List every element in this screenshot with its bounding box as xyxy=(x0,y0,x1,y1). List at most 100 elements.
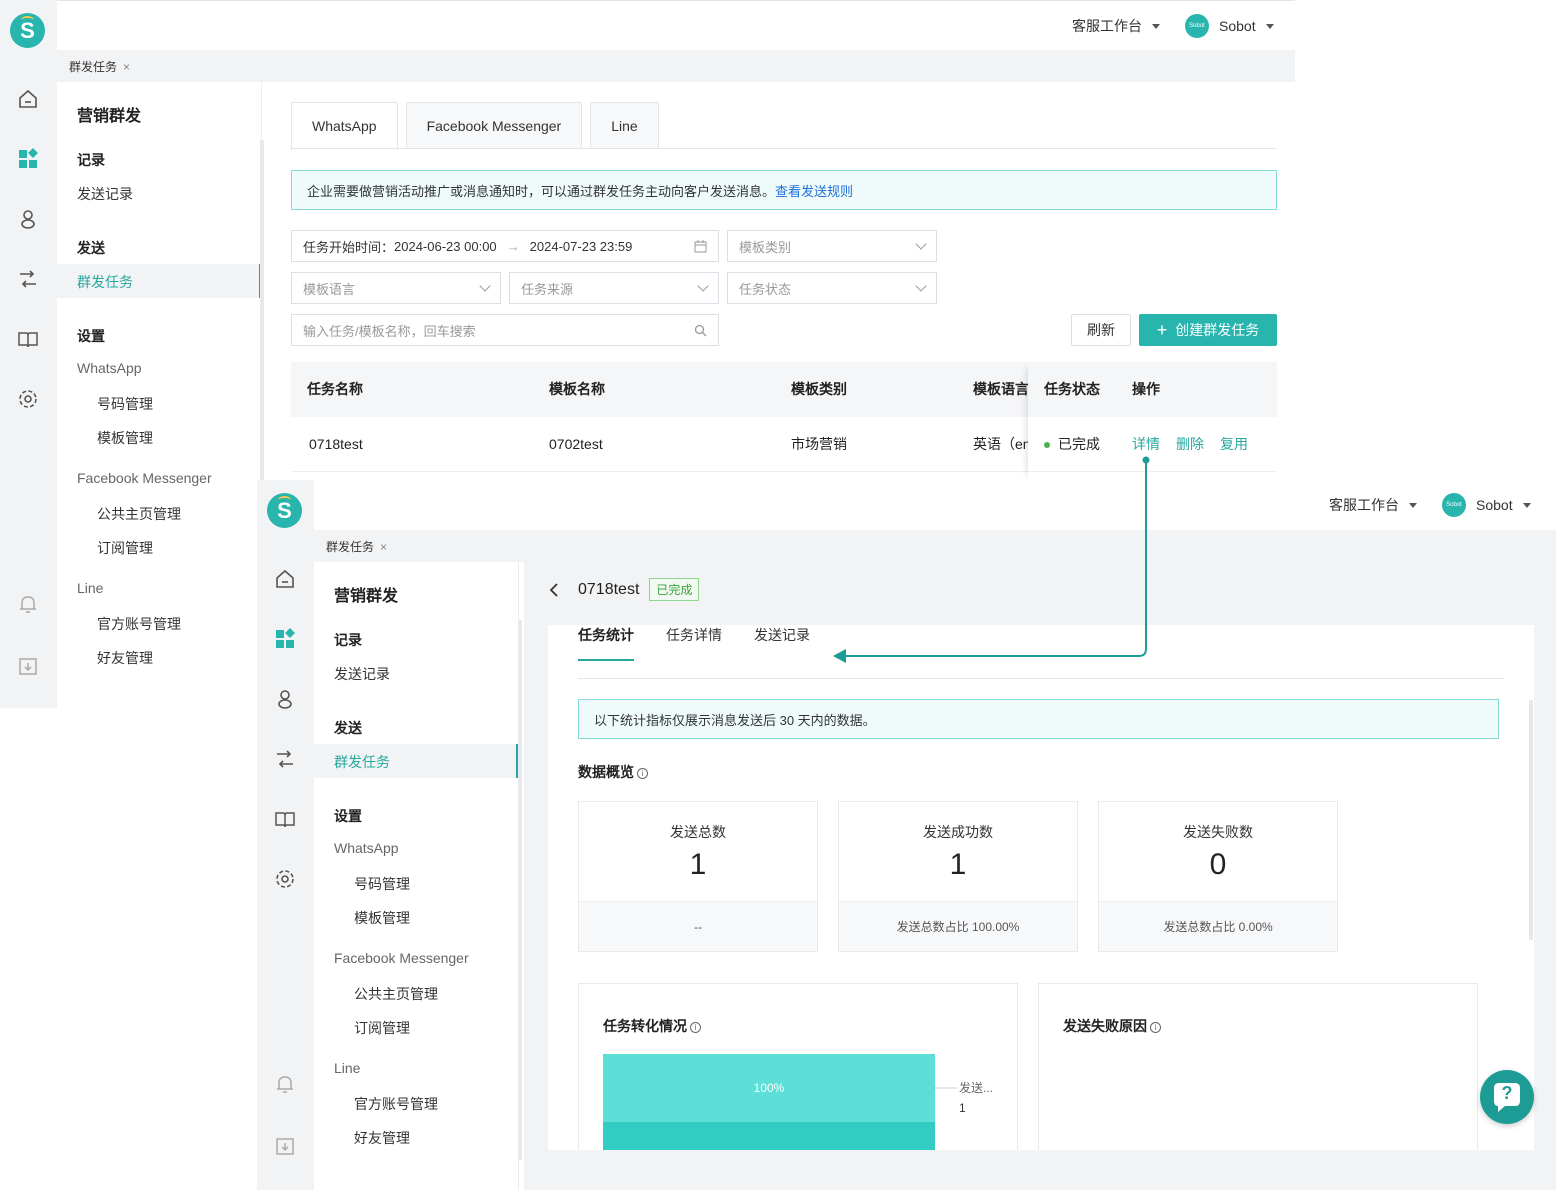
menu-item-mass-task[interactable]: 群发任务 xyxy=(57,264,262,298)
fail-reason-title: 发送失败原因 xyxy=(1063,1018,1147,1034)
stat-card-success: 发送成功数 1 发送总数占比 100.00% xyxy=(838,801,1078,952)
settings-icon[interactable] xyxy=(274,868,296,890)
info-notice: 企业需要做营销活动推广或消息通知时，可以通过群发任务主动向客户发送消息。 查看发送… xyxy=(291,170,1277,210)
info-icon[interactable]: i xyxy=(1150,1021,1161,1033)
menu-item-number-mgmt[interactable]: 号码管理 xyxy=(97,394,153,414)
conversion-panel: 任务转化情况 i 100% 发送... 1 xyxy=(578,983,1018,1173)
task-source-select[interactable]: 任务来源 xyxy=(509,272,719,304)
icon-rail: S xyxy=(257,480,314,1190)
home-icon[interactable] xyxy=(274,568,296,590)
view-rules-link[interactable]: 查看发送规则 xyxy=(775,181,853,200)
apps-icon[interactable] xyxy=(17,148,39,170)
funnel-percent-label: 100% xyxy=(754,1081,785,1095)
chevron-down-icon xyxy=(1265,23,1274,29)
route-icon[interactable] xyxy=(274,748,296,770)
date-range-picker[interactable]: 任务开始时间： 2024-06-23 00:00 → 2024-07-23 23… xyxy=(291,230,719,262)
detail-header: 0718test 已完成 xyxy=(548,578,700,601)
stat-value: 1 xyxy=(689,848,707,881)
tab-task-stats[interactable]: 任务统计 xyxy=(578,625,634,661)
menu-group-record: 记录 xyxy=(334,632,362,648)
chevron-down-icon xyxy=(915,238,927,250)
task-status-placeholder: 任务状态 xyxy=(739,281,792,297)
workspace-switcher[interactable]: 客服工作台 xyxy=(1329,495,1417,515)
detail-scrollbar[interactable] xyxy=(1529,700,1533,940)
create-task-button[interactable]: + 创建群发任务 xyxy=(1139,314,1277,346)
cell-template-language: 英语（en xyxy=(973,436,1028,452)
menu-group-line: Line xyxy=(334,1060,361,1076)
help-button[interactable]: ? xyxy=(1480,1070,1534,1124)
menu-item-send-record[interactable]: 发送记录 xyxy=(77,184,133,204)
user-menu[interactable]: Sobot Sobot xyxy=(1185,14,1274,38)
download-icon[interactable] xyxy=(274,1135,296,1157)
route-icon[interactable] xyxy=(17,268,39,290)
menu-item-public-page[interactable]: 公共主页管理 xyxy=(354,984,438,1004)
stat-footer: -- xyxy=(579,901,817,951)
menu-item-send-record[interactable]: 发送记录 xyxy=(334,664,390,684)
tab-line[interactable]: Line xyxy=(590,102,659,149)
menu-item-official-account[interactable]: 官方账号管理 xyxy=(354,1094,438,1114)
back-arrow-icon[interactable] xyxy=(548,582,560,598)
template-category-select[interactable]: 模板类别 xyxy=(727,230,937,262)
search-placeholder: 输入任务/模板名称，回车搜索 xyxy=(303,323,476,339)
template-category-placeholder: 模板类别 xyxy=(739,239,792,255)
stat-value: 0 xyxy=(1209,848,1227,881)
col-task-name: 任务名称 xyxy=(307,381,363,397)
menu-item-official-account[interactable]: 官方账号管理 xyxy=(97,614,181,634)
menu-item-friend[interactable]: 好友管理 xyxy=(97,648,153,668)
stats-notice: 以下统计指标仅展示消息发送后 30 天内的数据。 xyxy=(578,699,1499,739)
menu-title: 营销群发 xyxy=(334,588,399,605)
menu-group-whatsapp: WhatsApp xyxy=(77,360,142,376)
page-tab[interactable]: 群发任务 xyxy=(326,540,374,554)
book-icon[interactable] xyxy=(274,808,296,830)
help-glyph: ? xyxy=(1501,1083,1513,1103)
apps-icon[interactable] xyxy=(274,628,296,650)
stat-footer: 发送总数占比 100.00% xyxy=(839,901,1077,951)
user-menu[interactable]: Sobot Sobot xyxy=(1442,493,1531,517)
close-icon[interactable]: × xyxy=(123,60,130,74)
settings-icon[interactable] xyxy=(17,388,39,410)
menu-item-template-mgmt[interactable]: 模板管理 xyxy=(97,428,153,448)
page-tab-strip: 群发任务 × xyxy=(57,50,1295,82)
template-language-select[interactable]: 模板语言 xyxy=(291,272,501,304)
task-status-select[interactable]: 任务状态 xyxy=(727,272,937,304)
contact-icon[interactable] xyxy=(274,688,296,710)
menu-item-subscribe[interactable]: 订阅管理 xyxy=(354,1018,410,1038)
sobot-logo[interactable]: S xyxy=(10,13,45,48)
avatar: Sobot xyxy=(1442,493,1466,517)
date-end: 2024-07-23 23:59 xyxy=(529,238,633,254)
menu-item-number-mgmt[interactable]: 号码管理 xyxy=(354,874,410,894)
fixed-column-shadow xyxy=(1028,362,1277,480)
download-icon[interactable] xyxy=(17,655,39,677)
menu-item-friend[interactable]: 好友管理 xyxy=(354,1128,410,1148)
tabs-divider xyxy=(578,678,1504,679)
book-icon[interactable] xyxy=(17,328,39,350)
stat-card-failed: 发送失败数 0 发送总数占比 0.00% xyxy=(1098,801,1338,952)
menu-item-public-page[interactable]: 公共主页管理 xyxy=(97,504,181,524)
plus-icon: + xyxy=(1156,320,1168,340)
workspace-switcher[interactable]: 客服工作台 xyxy=(1072,16,1160,36)
search-icon xyxy=(694,324,707,336)
page-tab[interactable]: 群发任务 xyxy=(69,60,117,74)
funnel-value-label: 1 xyxy=(959,1101,966,1115)
contact-icon[interactable] xyxy=(17,208,39,230)
menu-item-template-mgmt[interactable]: 模板管理 xyxy=(354,908,410,928)
refresh-button[interactable]: 刷新 xyxy=(1071,314,1131,346)
tab-send-record[interactable]: 发送记录 xyxy=(754,625,810,661)
user-name: Sobot xyxy=(1219,18,1256,34)
info-icon[interactable]: i xyxy=(637,767,648,779)
close-icon[interactable]: × xyxy=(380,540,387,554)
tab-facebook-messenger[interactable]: Facebook Messenger xyxy=(405,102,583,149)
chevron-down-icon xyxy=(1152,23,1160,29)
tab-whatsapp[interactable]: WhatsApp xyxy=(291,102,398,150)
menu-item-subscribe[interactable]: 订阅管理 xyxy=(97,538,153,558)
bell-icon[interactable] xyxy=(274,1073,296,1095)
detail-bottom-edge xyxy=(524,1150,1556,1190)
menu-scrollbar[interactable] xyxy=(518,620,522,1160)
home-icon[interactable] xyxy=(17,88,39,110)
search-input[interactable]: 输入任务/模板名称，回车搜索 xyxy=(291,314,719,346)
notice-text: 企业需要做营销活动推广或消息通知时，可以通过群发任务主动向客户发送消息。 xyxy=(307,183,776,199)
tab-task-detail[interactable]: 任务详情 xyxy=(666,625,722,661)
menu-item-mass-task[interactable]: 群发任务 xyxy=(314,744,519,778)
sobot-logo[interactable]: S xyxy=(267,493,302,528)
bell-icon[interactable] xyxy=(17,593,39,615)
